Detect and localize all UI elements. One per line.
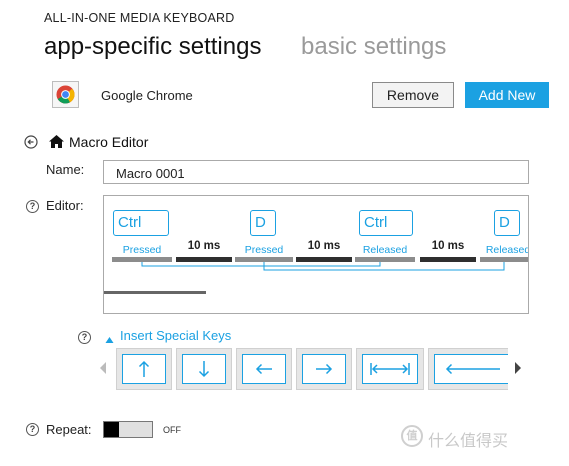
repeat-toggle[interactable] [103,421,153,438]
step-connector-lines [141,262,505,271]
toggle-knob [104,422,119,437]
step-bar [480,257,528,262]
app-title: ALL-IN-ONE MEDIA KEYBOARD [44,11,235,25]
name-label: Name: [46,162,85,177]
editor-help-icon[interactable]: ? [26,200,39,213]
tab-key-icon[interactable] [356,348,424,390]
remove-button[interactable]: Remove [372,82,454,108]
down-arrow-key-icon[interactable] [176,348,232,390]
step-delay[interactable]: 10 ms [420,240,476,252]
chrome-icon [52,81,79,108]
section-title: Macro Editor [69,134,149,150]
repeat-help-icon[interactable]: ? [26,423,39,436]
delay-bar [296,257,352,262]
tab-basic-settings[interactable]: basic settings [301,33,446,61]
scroll-right-icon[interactable] [515,362,521,374]
right-arrow-key-icon[interactable] [296,348,352,390]
step-action: Pressed [244,244,284,256]
delay-bar [420,257,476,262]
scroll-left-icon[interactable] [100,362,106,374]
step-bar [355,257,415,262]
watermark-text: 什么值得买 [428,433,509,450]
editor-scrollbar[interactable] [104,291,206,294]
special-keys-help-icon[interactable]: ? [78,331,91,344]
tab-app-specific-settings[interactable]: app-specific settings [44,33,261,61]
add-new-button[interactable]: Add New [465,82,549,108]
editor-label: Editor: [46,198,84,213]
step-action: Released [362,244,408,256]
step-action: Released [485,244,529,256]
step-key-ctrl[interactable]: Ctrl [113,210,169,236]
step-bar [235,257,293,262]
back-arrow-icon[interactable] [24,135,38,154]
repeat-state: OFF [163,425,181,435]
up-arrow-key-icon[interactable] [116,348,172,390]
watermark-logo: 值 [401,425,423,447]
step-key-d[interactable]: D [494,210,520,236]
special-keys-row [100,346,522,392]
step-delay[interactable]: 10 ms [296,240,352,252]
insert-special-keys-toggle[interactable]: Insert Special Keys [120,328,231,343]
macro-name-input[interactable]: Macro 0001 [103,160,529,184]
step-key-d[interactable]: D [250,210,276,236]
app-name: Google Chrome [101,88,193,103]
step-delay[interactable]: 10 ms [176,240,232,252]
step-bar [112,257,172,262]
left-arrow-key-icon[interactable] [236,348,292,390]
special-keys-viewport [116,346,508,392]
delay-bar [176,257,232,262]
step-action: Pressed [122,244,162,256]
macro-editor[interactable]: Ctrl Pressed 10 ms D Pressed 10 ms Ctrl … [103,195,529,314]
backspace-key-icon[interactable] [428,348,508,390]
step-key-ctrl[interactable]: Ctrl [359,210,413,236]
home-icon[interactable] [48,134,65,154]
repeat-label: Repeat: [46,422,92,437]
